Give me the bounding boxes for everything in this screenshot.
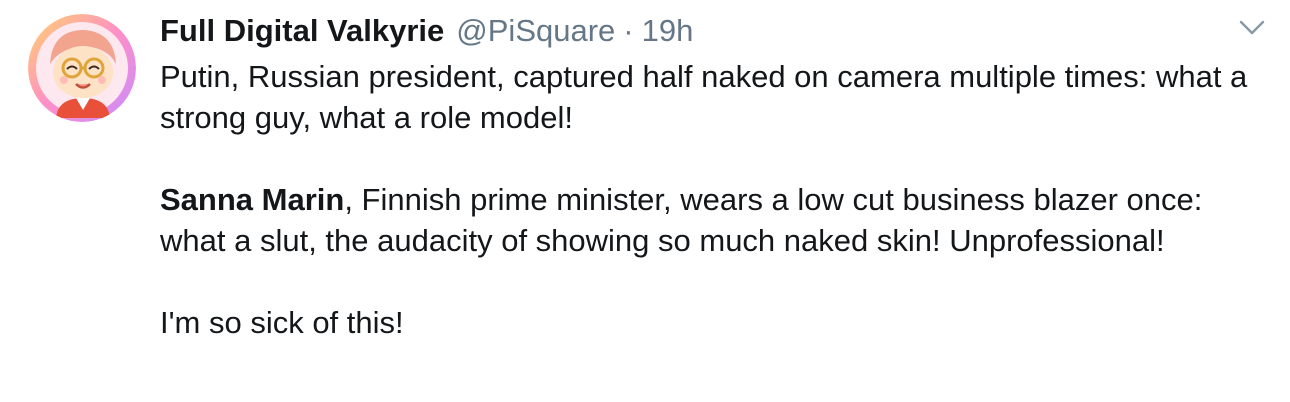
bold-name: Sanna Marin: [160, 182, 345, 217]
chevron-down-icon: [1239, 20, 1265, 35]
user-avatar[interactable]: [28, 14, 136, 122]
tweet-header: Full Digital Valkyrie @PiSquare · 19h: [160, 10, 693, 52]
tweet-paragraph-2: Sanna Marin, Finnish prime minister, wea…: [160, 179, 1270, 261]
tweet-timestamp[interactable]: 19h: [642, 10, 694, 52]
author-handle[interactable]: @PiSquare: [456, 10, 615, 52]
tweet-paragraph-1: Putin, Russian president, captured half …: [160, 59, 1248, 135]
tweet-paragraph-3: I'm so sick of this!: [160, 305, 404, 340]
tweet-menu-button[interactable]: [1236, 14, 1268, 42]
tweet-text: Putin, Russian president, captured half …: [160, 56, 1270, 343]
author-display-name[interactable]: Full Digital Valkyrie: [160, 10, 444, 52]
cartoon-character-avatar-icon: [28, 14, 136, 122]
tweet[interactable]: Full Digital Valkyrie @PiSquare · 19h Pu…: [0, 0, 1290, 402]
header-separator: ·: [623, 13, 634, 48]
